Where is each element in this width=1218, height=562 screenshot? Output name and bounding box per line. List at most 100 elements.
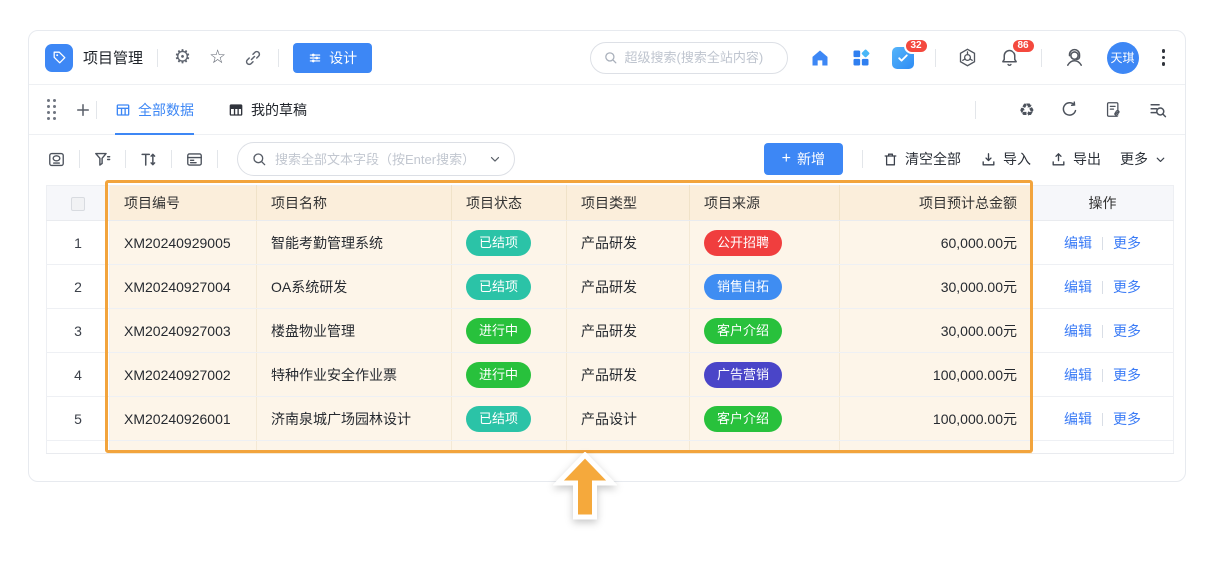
project-status-cell[interactable]: 进行中 [451,352,567,397]
row-more-link[interactable]: 更多 [1113,279,1141,295]
project-type-cell[interactable]: 产品研发 [566,220,690,265]
divider [171,150,172,168]
edit-link[interactable]: 编辑 [1064,323,1092,339]
project-status-cell[interactable]: 已结项 [451,220,567,265]
more-menu-icon[interactable] [1160,47,1168,68]
project-code-cell[interactable]: XM20240929005 [109,220,257,265]
chevron-down-icon[interactable] [488,152,502,166]
project-name-cell[interactable]: 特种作业安全作业票 [256,352,452,397]
source-pill: 客户介绍 [704,405,783,432]
sort-icon[interactable] [139,150,158,169]
empty-cell [1031,440,1174,454]
row-index[interactable]: 4 [46,352,110,397]
tab-my-drafts[interactable]: 我的草稿 [228,85,307,134]
row-index[interactable]: 5 [46,396,110,441]
row-more-link[interactable]: 更多 [1113,235,1141,251]
workbench-hexagon-icon[interactable] [957,47,978,68]
app-logo[interactable] [45,43,73,72]
project-source-cell[interactable]: 销售自拓 [689,264,840,309]
divider [862,150,863,168]
home-icon[interactable] [810,48,830,68]
settings-gear-icon[interactable]: ⚙ [174,48,191,67]
column-header-status[interactable]: 项目状态 [451,185,567,221]
column-header-name[interactable]: 项目名称 [256,185,452,221]
project-amount-cell[interactable]: 100,000.00元 [839,396,1032,441]
project-source-cell[interactable]: 广告营销 [689,352,840,397]
clear-all-button[interactable]: 清空全部 [882,149,961,169]
project-type-cell[interactable]: 产品研发 [566,352,690,397]
add-view-icon[interactable] [74,101,92,119]
export-button[interactable]: 导出 [1050,149,1101,169]
project-code-cell[interactable]: XM20240926001 [109,396,257,441]
row-index[interactable]: 2 [46,264,110,309]
project-type-cell[interactable]: 产品研发 [566,264,690,309]
row-actions-cell: 编辑 更多 [1031,308,1174,353]
project-status-cell[interactable]: 已结项 [451,264,567,309]
search-list-icon[interactable] [1148,100,1167,119]
design-button[interactable]: 设计 [293,42,373,73]
drag-handle-icon[interactable] [47,99,56,120]
add-record-button[interactable]: + 新增 [763,143,843,175]
row-actions-cell: 编辑 更多 [1031,220,1174,265]
source-pill: 公开招聘 [704,229,783,256]
project-amount-cell[interactable]: 100,000.00元 [839,352,1032,397]
view-settings-icon[interactable] [185,150,204,169]
select-all-checkbox[interactable] [71,197,85,212]
row-more-link[interactable]: 更多 [1113,367,1141,383]
project-source-cell[interactable]: 公开招聘 [689,220,840,265]
add-button-label: 新增 [797,151,825,167]
table-search-input[interactable] [275,151,480,167]
divider [1102,236,1103,250]
empty-cell [451,440,567,454]
project-name-cell[interactable]: 济南泉城广场园林设计 [256,396,452,441]
project-name-cell[interactable]: 智能考勤管理系统 [256,220,452,265]
row-more-link[interactable]: 更多 [1113,411,1141,427]
row-index[interactable]: 1 [46,220,110,265]
project-source-cell[interactable]: 客户介绍 [689,308,840,353]
form-link-icon[interactable] [1104,100,1123,119]
recycle-bin-icon[interactable]: ♻ [1019,101,1035,119]
edit-link[interactable]: 编辑 [1064,411,1092,427]
refresh-icon[interactable] [1060,100,1079,119]
project-code-cell[interactable]: XM20240927003 [109,308,257,353]
project-source-cell[interactable]: 客户介绍 [689,396,840,441]
project-amount-cell[interactable]: 30,000.00元 [839,308,1032,353]
project-amount-cell[interactable]: 60,000.00元 [839,220,1032,265]
global-search[interactable] [589,41,788,74]
project-name-cell[interactable]: OA系统研发 [256,264,452,309]
row-actions-cell: 编辑 更多 [1031,396,1174,441]
support-headset-icon[interactable] [1063,46,1086,69]
import-button[interactable]: 导入 [980,149,1031,169]
filter-icon[interactable] [93,150,112,169]
empty-cell [256,440,452,454]
more-actions-button[interactable]: 更多 [1120,149,1167,169]
tab-all-data[interactable]: 全部数据 [115,85,194,135]
edit-link[interactable]: 编辑 [1064,235,1092,251]
column-header-type[interactable]: 项目类型 [566,185,690,221]
table-search[interactable] [237,142,515,176]
row-more-link[interactable]: 更多 [1113,323,1141,339]
project-type-cell[interactable]: 产品研发 [566,308,690,353]
tasks-icon[interactable]: 32 [891,37,929,69]
notifications-bell-icon[interactable]: 86 [999,38,1036,68]
project-name-cell[interactable]: 楼盘物业管理 [256,308,452,353]
share-link-icon[interactable] [244,49,262,67]
row-index[interactable]: 3 [46,308,110,353]
edit-link[interactable]: 编辑 [1064,367,1092,383]
favorite-star-icon[interactable]: ☆ [209,48,226,67]
apps-grid-icon[interactable] [851,48,871,68]
project-status-cell[interactable]: 进行中 [451,308,567,353]
project-code-cell[interactable]: XM20240927004 [109,264,257,309]
global-search-input[interactable] [624,50,775,65]
project-status-cell[interactable]: 已结项 [451,396,567,441]
edit-link[interactable]: 编辑 [1064,279,1092,295]
project-amount-cell[interactable]: 30,000.00元 [839,264,1032,309]
user-avatar[interactable]: 天琪 [1106,41,1139,74]
project-type-cell[interactable]: 产品设计 [566,396,690,441]
column-header-source[interactable]: 项目来源 [689,185,840,221]
project-code-cell[interactable]: XM20240927002 [109,352,257,397]
display-settings-icon[interactable] [47,150,66,169]
table-header-row: 项目编号 项目名称 项目状态 项目类型 项目来源 项目预计总金额 操作 [46,185,1174,221]
column-header-amount[interactable]: 项目预计总金额 [839,185,1032,221]
column-header-code[interactable]: 项目编号 [109,185,257,221]
